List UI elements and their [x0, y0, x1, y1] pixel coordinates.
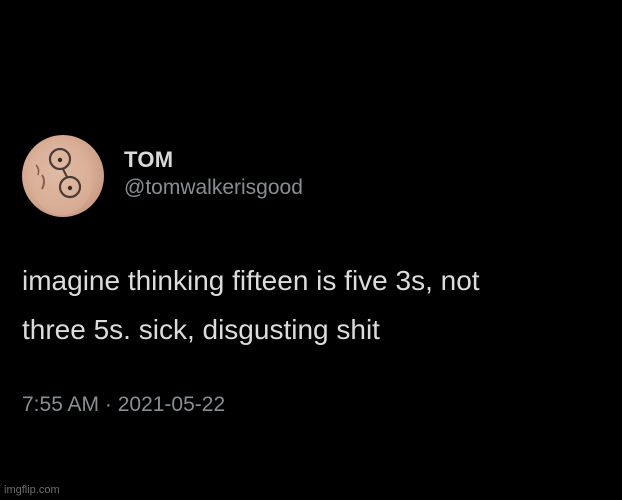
tweet-text-line: imagine thinking fifteen is five 3s, not: [22, 265, 480, 296]
tweet-timestamp[interactable]: 7:55 AM · 2021-05-22: [22, 393, 225, 417]
tweet-card: TOM @tomwalkerisgood imagine thinking fi…: [0, 0, 622, 500]
tweet-text-line: three 5s. sick, disgusting shit: [22, 314, 380, 345]
user-handle[interactable]: @tomwalkerisgood: [124, 176, 303, 200]
watermark: imgflip.com: [4, 484, 60, 496]
display-name[interactable]: TOM: [124, 147, 173, 173]
avatar[interactable]: [22, 135, 104, 217]
avatar-glasses-icon: [32, 147, 92, 215]
tweet-text: imagine thinking fifteen is five 3s, not…: [22, 256, 612, 354]
